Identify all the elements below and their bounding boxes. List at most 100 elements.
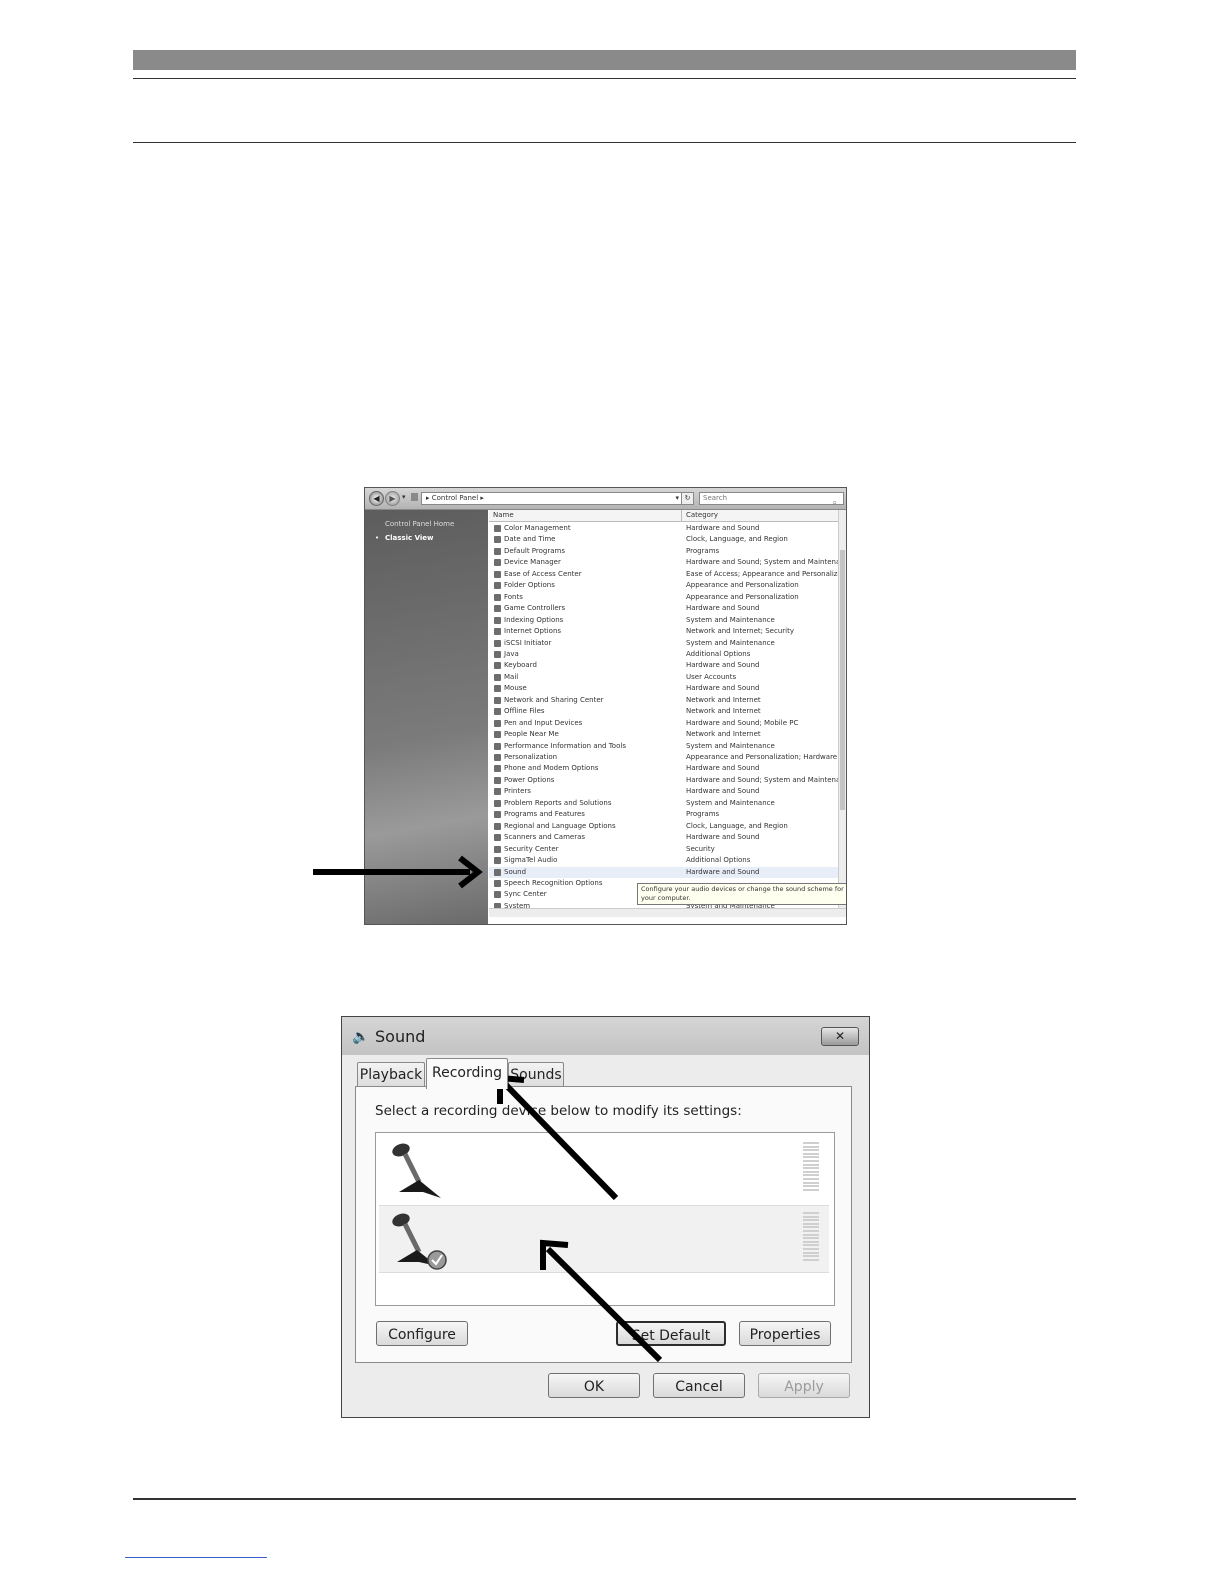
configure-button[interactable]: Configure bbox=[376, 1321, 468, 1346]
recording-device-item[interactable] bbox=[379, 1136, 829, 1202]
list-item[interactable]: Indexing Options System and Maintenance bbox=[489, 615, 839, 626]
list-item[interactable]: SigmaTel Audio Additional Options bbox=[489, 855, 839, 866]
list-item[interactable]: Default Programs Programs bbox=[489, 546, 839, 557]
control-panel-item-icon bbox=[494, 857, 501, 865]
vertical-scrollbar[interactable] bbox=[838, 510, 846, 908]
column-divider[interactable] bbox=[681, 510, 682, 521]
list-item[interactable]: Regional and Language Options Clock, Lang… bbox=[489, 821, 839, 832]
list-item[interactable]: Problem Reports and Solutions System and … bbox=[489, 798, 839, 809]
search-input[interactable]: Search ⌕ bbox=[699, 492, 844, 508]
breadcrumb-control-panel[interactable]: Control Panel bbox=[432, 494, 478, 502]
cancel-button[interactable]: Cancel bbox=[653, 1373, 745, 1398]
control-panel-item-icon bbox=[494, 650, 501, 658]
list-item[interactable]: Device Manager Hardware and Sound; System… bbox=[489, 557, 839, 568]
sidebar-item-control-panel-home[interactable]: Control Panel Home bbox=[385, 520, 454, 528]
list-item[interactable]: Date and Time Clock, Language, and Region bbox=[489, 534, 839, 545]
item-category: Additional Options bbox=[686, 649, 751, 658]
list-item[interactable]: Programs and Features Programs bbox=[489, 809, 839, 820]
list-item[interactable]: Game Controllers Hardware and Sound bbox=[489, 603, 839, 614]
list-item[interactable]: Fonts Appearance and Personalization bbox=[489, 592, 839, 603]
tab-recording[interactable]: Recording bbox=[426, 1058, 508, 1089]
tab-playback[interactable]: Playback bbox=[357, 1062, 425, 1087]
recording-tab-panel: Select a recording device below to modif… bbox=[355, 1086, 852, 1363]
control-panel-item-icon bbox=[494, 799, 501, 807]
footer-link[interactable] bbox=[125, 1557, 267, 1558]
control-panel-item-list: Name Category Color Management Hardware a… bbox=[489, 510, 839, 910]
item-name: Regional and Language Options bbox=[504, 821, 616, 830]
column-header-category[interactable]: Category bbox=[686, 511, 718, 519]
item-name: Offline Files bbox=[504, 707, 545, 716]
list-item[interactable]: Personalization Appearance and Personaliz… bbox=[489, 752, 839, 763]
ok-button[interactable]: OK bbox=[548, 1373, 640, 1398]
item-name: Indexing Options bbox=[504, 615, 564, 624]
item-name: Phone and Modem Options bbox=[504, 764, 599, 773]
header-rule bbox=[133, 78, 1076, 79]
control-panel-item-icon bbox=[494, 628, 501, 636]
list-item[interactable]: Ease of Access Center Ease of Access; App… bbox=[489, 569, 839, 580]
item-name: Power Options bbox=[504, 775, 555, 784]
item-name: Default Programs bbox=[504, 546, 565, 555]
item-category: Hardware and Sound; System and Maintenan… bbox=[686, 775, 838, 784]
list-item[interactable]: Keyboard Hardware and Sound bbox=[489, 660, 839, 671]
item-category: Hardware and Sound bbox=[686, 787, 760, 796]
list-item[interactable]: Offline Files Network and Internet bbox=[489, 706, 839, 717]
list-item[interactable]: Mail User Accounts bbox=[489, 672, 839, 683]
list-item[interactable]: Security Center Security bbox=[489, 844, 839, 855]
item-category: Hardware and Sound bbox=[686, 867, 760, 876]
column-header-row: Name Category bbox=[489, 510, 839, 522]
recording-device-list bbox=[375, 1132, 835, 1306]
close-button[interactable]: ✕ bbox=[821, 1027, 859, 1046]
list-item[interactable]: Scanners and Cameras Hardware and Sound bbox=[489, 832, 839, 843]
item-category: User Accounts bbox=[686, 672, 737, 681]
list-item[interactable]: Mouse Hardware and Sound bbox=[489, 683, 839, 694]
control-panel-item-icon bbox=[494, 731, 501, 739]
tab-sounds[interactable]: Sounds bbox=[508, 1062, 564, 1087]
scrollbar-thumb[interactable] bbox=[840, 550, 845, 810]
recent-pages-chevron-icon[interactable]: ▾ bbox=[402, 493, 406, 501]
control-panel-item-icon bbox=[494, 788, 501, 796]
breadcrumb[interactable]: ▸ Control Panel ▸ ▾ bbox=[421, 492, 683, 505]
item-name: Speech Recognition Options bbox=[504, 878, 603, 887]
item-name: Printers bbox=[504, 787, 531, 796]
item-category: Additional Options bbox=[686, 856, 751, 865]
list-item[interactable]: Phone and Modem Options Hardware and Soun… bbox=[489, 763, 839, 774]
list-item[interactable]: Performance Information and Tools System … bbox=[489, 741, 839, 752]
list-item[interactable]: Internet Options Network and Internet; Se… bbox=[489, 626, 839, 637]
control-panel-item-icon bbox=[494, 822, 501, 830]
column-header-name[interactable]: Name bbox=[493, 511, 514, 519]
audio-level-meter bbox=[803, 1212, 819, 1262]
control-panel-item-icon bbox=[494, 616, 501, 624]
list-item[interactable]: Pen and Input Devices Hardware and Sound;… bbox=[489, 718, 839, 729]
item-name: iSCSI Initiator bbox=[504, 638, 552, 647]
page-header-bar bbox=[133, 50, 1076, 70]
forward-arrow-icon[interactable]: ▶ bbox=[385, 491, 400, 506]
item-category: Hardware and Sound bbox=[686, 661, 760, 670]
set-default-button[interactable]: Set Default bbox=[616, 1321, 726, 1346]
list-item[interactable]: Power Options Hardware and Sound; System … bbox=[489, 775, 839, 786]
sidebar-item-classic-view[interactable]: Classic View bbox=[385, 534, 434, 542]
bullet-icon: • bbox=[375, 534, 380, 542]
item-category: Security bbox=[686, 844, 715, 853]
control-panel-item-icon bbox=[494, 559, 501, 567]
recording-device-item-default[interactable] bbox=[379, 1205, 829, 1273]
horizontal-scrollbar[interactable] bbox=[489, 908, 846, 917]
list-item[interactable]: People Near Me Network and Internet bbox=[489, 729, 839, 740]
item-category: Hardware and Sound bbox=[686, 524, 760, 532]
item-name: People Near Me bbox=[504, 730, 559, 739]
address-dropdown-icon[interactable]: ▾ bbox=[675, 493, 679, 504]
properties-button[interactable]: Properties bbox=[739, 1321, 831, 1346]
list-item[interactable]: Network and Sharing Center Network and In… bbox=[489, 695, 839, 706]
list-item[interactable]: Color Management Hardware and Sound bbox=[489, 523, 839, 534]
list-item[interactable]: Sound Hardware and Sound bbox=[489, 866, 839, 878]
refresh-icon[interactable]: ↻ bbox=[681, 492, 694, 505]
list-item[interactable]: Printers Hardware and Sound bbox=[489, 786, 839, 797]
list-item[interactable]: Folder Options Appearance and Personaliza… bbox=[489, 580, 839, 591]
back-arrow-icon[interactable]: ◀ bbox=[369, 491, 384, 506]
list-item[interactable]: Java Additional Options bbox=[489, 649, 839, 660]
list-item[interactable]: iSCSI Initiator System and Maintenance bbox=[489, 638, 839, 649]
control-panel-item-icon bbox=[494, 868, 501, 876]
microphone-icon bbox=[392, 1143, 441, 1198]
apply-button[interactable]: Apply bbox=[758, 1373, 850, 1398]
item-category: Appearance and Personalization bbox=[686, 581, 799, 590]
search-icon[interactable]: ⌕ bbox=[833, 497, 837, 508]
